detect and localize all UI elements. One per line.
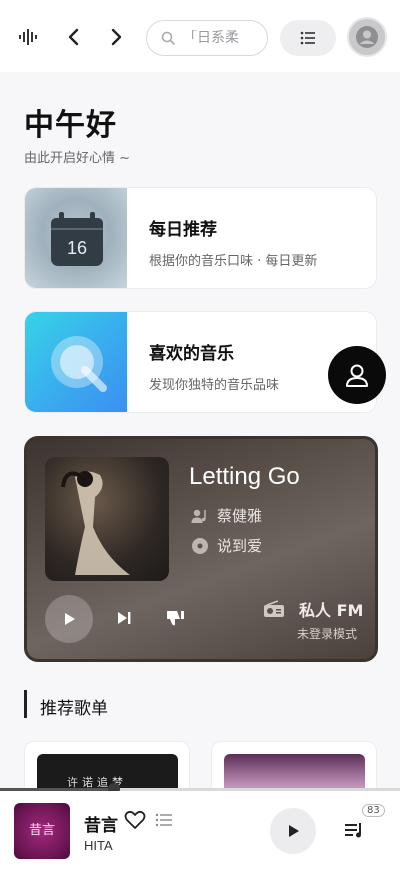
greeting-subtitle: 由此开启好心情 ~: [24, 151, 131, 166]
menu-list-button[interactable]: [280, 20, 336, 56]
radio-icon: [264, 600, 284, 617]
fm-artist-row[interactable]: 蔡健雅: [191, 505, 262, 526]
now-playing-bar: 昔言 昔言 HITA 83: [0, 791, 400, 870]
section-title: 推荐歌单: [40, 699, 108, 719]
fm-mode: 未登录模式: [297, 627, 358, 641]
fm-artist: 蔡健雅: [217, 507, 263, 525]
greeting-title: 中午好: [24, 108, 117, 143]
play-icon: [289, 825, 299, 837]
liked-music-card[interactable]: 喜欢的音乐 发现你独特的音乐品味: [24, 311, 377, 413]
search-box[interactable]: [146, 20, 268, 56]
list-icon: [300, 31, 315, 45]
dislike-icon[interactable]: [165, 609, 185, 627]
daily-desc: 根据你的音乐口味 · 每日更新: [149, 254, 318, 269]
liked-desc: 发现你独特的音乐品味: [149, 378, 280, 393]
user-profile-button[interactable]: [328, 346, 386, 404]
forward-arrow-icon[interactable]: [106, 26, 126, 48]
now-playing-artist[interactable]: HITA: [84, 838, 113, 853]
fm-album-row[interactable]: 说到爱: [191, 535, 262, 556]
q-logo-icon: [51, 336, 107, 392]
audio-wave-icon[interactable]: [18, 28, 40, 46]
now-playing-cover[interactable]: 昔言: [14, 803, 70, 859]
fm-song-title: Letting Go: [189, 463, 300, 490]
private-fm-card[interactable]: Letting Go 蔡健雅 说到爱 私人 FM 未登录模式: [24, 436, 378, 662]
album-disc-icon: [192, 537, 208, 554]
user-avatar-icon: [356, 26, 378, 48]
daily-thumbnail: 16: [25, 188, 127, 288]
cover-text: 昔言: [28, 822, 55, 838]
fm-label: 私人 FM: [299, 601, 364, 620]
user-icon: [346, 364, 368, 387]
daily-title: 每日推荐: [149, 220, 217, 240]
next-track-icon[interactable]: [115, 609, 133, 627]
artist-icon: [191, 509, 206, 523]
now-playing-title[interactable]: 昔言: [84, 811, 118, 836]
album-cover[interactable]: [45, 457, 169, 581]
heart-icon[interactable]: [124, 810, 146, 830]
fm-play-button[interactable]: [45, 595, 93, 643]
play-button[interactable]: [270, 808, 316, 854]
avatar[interactable]: [347, 17, 387, 57]
calendar-day: 16: [67, 238, 87, 258]
top-bar: [0, 0, 400, 72]
search-icon: [161, 31, 175, 45]
play-icon: [65, 613, 75, 625]
section-marker: [24, 690, 27, 718]
liked-title: 喜欢的音乐: [149, 344, 234, 364]
playlist-add-icon[interactable]: [155, 813, 173, 827]
queue-count-badge: 83: [362, 804, 385, 817]
album-art-figure: [61, 471, 130, 575]
queue-icon[interactable]: [344, 821, 366, 839]
fm-label-row: 私人 FM: [263, 597, 363, 621]
fm-album: 说到爱: [217, 537, 263, 555]
calendar-icon: 16: [51, 212, 103, 266]
search-input[interactable]: [183, 30, 267, 46]
back-arrow-icon[interactable]: [64, 26, 84, 48]
daily-recommend-card[interactable]: 16 每日推荐 根据你的音乐口味 · 每日更新: [24, 187, 377, 289]
liked-thumbnail: [25, 312, 127, 412]
